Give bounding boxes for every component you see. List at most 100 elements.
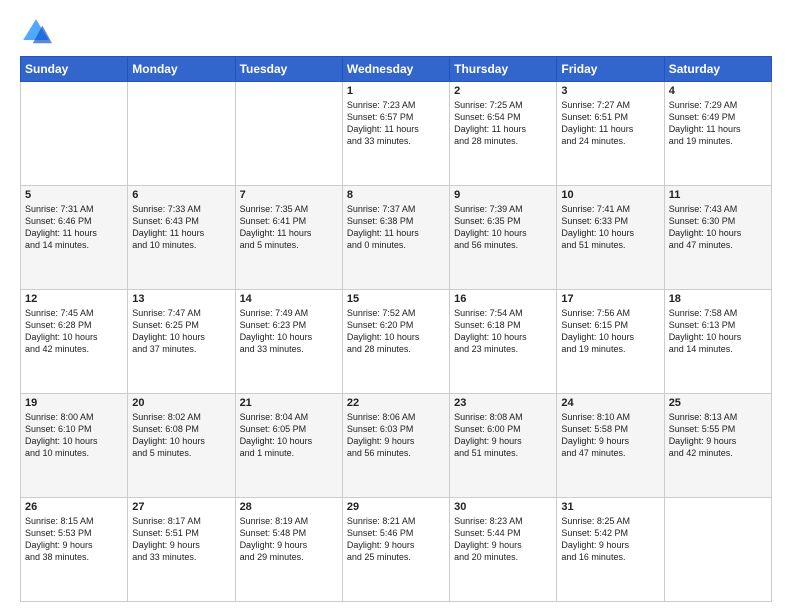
calendar-cell: 19 Sunrise: 8:00 AM Sunset: 6:10 PM Dayli…: [21, 394, 128, 498]
day-number: 9: [454, 189, 552, 201]
calendar-cell: 11 Sunrise: 7:43 AM Sunset: 6:30 PM Dayli…: [664, 186, 771, 290]
calendar-body: 1 Sunrise: 7:23 AM Sunset: 6:57 PM Daylig…: [21, 82, 772, 602]
cell-content: Sunrise: 7:37 AM Sunset: 6:38 PM Dayligh…: [347, 203, 445, 252]
calendar-week-row: 12 Sunrise: 7:45 AM Sunset: 6:28 PM Dayli…: [21, 290, 772, 394]
calendar: SundayMondayTuesdayWednesdayThursdayFrid…: [20, 56, 772, 602]
calendar-day-header: Saturday: [664, 57, 771, 82]
cell-content: Sunrise: 8:04 AM Sunset: 6:05 PM Dayligh…: [240, 411, 338, 460]
day-number: 31: [561, 501, 659, 513]
calendar-cell: 1 Sunrise: 7:23 AM Sunset: 6:57 PM Daylig…: [342, 82, 449, 186]
calendar-cell: 23 Sunrise: 8:08 AM Sunset: 6:00 PM Dayli…: [450, 394, 557, 498]
cell-content: Sunrise: 8:15 AM Sunset: 5:53 PM Dayligh…: [25, 515, 123, 564]
cell-content: Sunrise: 7:43 AM Sunset: 6:30 PM Dayligh…: [669, 203, 767, 252]
day-number: 21: [240, 397, 338, 409]
day-number: 25: [669, 397, 767, 409]
cell-content: Sunrise: 7:52 AM Sunset: 6:20 PM Dayligh…: [347, 307, 445, 356]
cell-content: Sunrise: 8:17 AM Sunset: 5:51 PM Dayligh…: [132, 515, 230, 564]
day-number: 15: [347, 293, 445, 305]
cell-content: Sunrise: 8:08 AM Sunset: 6:00 PM Dayligh…: [454, 411, 552, 460]
cell-content: Sunrise: 7:33 AM Sunset: 6:43 PM Dayligh…: [132, 203, 230, 252]
cell-content: Sunrise: 8:19 AM Sunset: 5:48 PM Dayligh…: [240, 515, 338, 564]
calendar-cell: [235, 82, 342, 186]
cell-content: Sunrise: 7:56 AM Sunset: 6:15 PM Dayligh…: [561, 307, 659, 356]
cell-content: Sunrise: 7:35 AM Sunset: 6:41 PM Dayligh…: [240, 203, 338, 252]
day-number: 5: [25, 189, 123, 201]
day-number: 3: [561, 85, 659, 97]
day-number: 24: [561, 397, 659, 409]
cell-content: Sunrise: 8:10 AM Sunset: 5:58 PM Dayligh…: [561, 411, 659, 460]
calendar-cell: [128, 82, 235, 186]
cell-content: Sunrise: 8:02 AM Sunset: 6:08 PM Dayligh…: [132, 411, 230, 460]
day-number: 17: [561, 293, 659, 305]
calendar-cell: 24 Sunrise: 8:10 AM Sunset: 5:58 PM Dayli…: [557, 394, 664, 498]
calendar-cell: 27Sunrise: 8:17 AM Sunset: 5:51 PM Dayli…: [128, 498, 235, 602]
calendar-cell: 6Sunrise: 7:33 AM Sunset: 6:43 PM Daylig…: [128, 186, 235, 290]
calendar-cell: 22 Sunrise: 8:06 AM Sunset: 6:03 PM Dayli…: [342, 394, 449, 498]
day-number: 8: [347, 189, 445, 201]
day-number: 30: [454, 501, 552, 513]
calendar-cell: 20 Sunrise: 8:02 AM Sunset: 6:08 PM Dayli…: [128, 394, 235, 498]
day-number: 29: [347, 501, 445, 513]
calendar-cell: [21, 82, 128, 186]
calendar-cell: 4 Sunrise: 7:29 AM Sunset: 6:49 PM Daylig…: [664, 82, 771, 186]
day-number: 14: [240, 293, 338, 305]
calendar-cell: 15 Sunrise: 7:52 AM Sunset: 6:20 PM Dayli…: [342, 290, 449, 394]
calendar-cell: 21 Sunrise: 8:04 AM Sunset: 6:05 PM Dayli…: [235, 394, 342, 498]
page: SundayMondayTuesdayWednesdayThursdayFrid…: [0, 0, 792, 612]
day-number: 20: [132, 397, 230, 409]
day-number: 22: [347, 397, 445, 409]
day-number: 12: [25, 293, 123, 305]
cell-content: Sunrise: 8:21 AM Sunset: 5:46 PM Dayligh…: [347, 515, 445, 564]
day-number: 11: [669, 189, 767, 201]
calendar-cell: 31 Sunrise: 8:25 AM Sunset: 5:42 PM Dayli…: [557, 498, 664, 602]
day-number: 28: [240, 501, 338, 513]
cell-content: Sunrise: 7:31 AM Sunset: 6:46 PM Dayligh…: [25, 203, 123, 252]
calendar-day-header: Thursday: [450, 57, 557, 82]
cell-content: Sunrise: 7:25 AM Sunset: 6:54 PM Dayligh…: [454, 99, 552, 148]
day-number: 16: [454, 293, 552, 305]
calendar-cell: 14Sunrise: 7:49 AM Sunset: 6:23 PM Dayli…: [235, 290, 342, 394]
calendar-cell: 13 Sunrise: 7:47 AM Sunset: 6:25 PM Dayli…: [128, 290, 235, 394]
calendar-cell: 2 Sunrise: 7:25 AM Sunset: 6:54 PM Daylig…: [450, 82, 557, 186]
cell-content: Sunrise: 7:58 AM Sunset: 6:13 PM Dayligh…: [669, 307, 767, 356]
cell-content: Sunrise: 8:25 AM Sunset: 5:42 PM Dayligh…: [561, 515, 659, 564]
day-number: 10: [561, 189, 659, 201]
calendar-week-row: 26 Sunrise: 8:15 AM Sunset: 5:53 PM Dayli…: [21, 498, 772, 602]
calendar-cell: 7 Sunrise: 7:35 AM Sunset: 6:41 PM Daylig…: [235, 186, 342, 290]
cell-content: Sunrise: 7:29 AM Sunset: 6:49 PM Dayligh…: [669, 99, 767, 148]
calendar-cell: 28 Sunrise: 8:19 AM Sunset: 5:48 PM Dayli…: [235, 498, 342, 602]
calendar-day-header: Sunday: [21, 57, 128, 82]
day-number: 7: [240, 189, 338, 201]
calendar-cell: 16 Sunrise: 7:54 AM Sunset: 6:18 PM Dayli…: [450, 290, 557, 394]
calendar-cell: 18 Sunrise: 7:58 AM Sunset: 6:13 PM Dayli…: [664, 290, 771, 394]
calendar-cell: 9 Sunrise: 7:39 AM Sunset: 6:35 PM Daylig…: [450, 186, 557, 290]
cell-content: Sunrise: 8:06 AM Sunset: 6:03 PM Dayligh…: [347, 411, 445, 460]
calendar-day-header: Friday: [557, 57, 664, 82]
cell-content: Sunrise: 8:00 AM Sunset: 6:10 PM Dayligh…: [25, 411, 123, 460]
calendar-week-row: 19 Sunrise: 8:00 AM Sunset: 6:10 PM Dayli…: [21, 394, 772, 498]
calendar-day-header: Wednesday: [342, 57, 449, 82]
day-number: 2: [454, 85, 552, 97]
cell-content: Sunrise: 7:45 AM Sunset: 6:28 PM Dayligh…: [25, 307, 123, 356]
logo-icon: [20, 16, 52, 48]
calendar-week-row: 5 Sunrise: 7:31 AM Sunset: 6:46 PM Daylig…: [21, 186, 772, 290]
calendar-cell: [664, 498, 771, 602]
cell-content: Sunrise: 7:47 AM Sunset: 6:25 PM Dayligh…: [132, 307, 230, 356]
day-number: 18: [669, 293, 767, 305]
calendar-cell: 26 Sunrise: 8:15 AM Sunset: 5:53 PM Dayli…: [21, 498, 128, 602]
day-number: 23: [454, 397, 552, 409]
day-number: 13: [132, 293, 230, 305]
calendar-cell: 10Sunrise: 7:41 AM Sunset: 6:33 PM Dayli…: [557, 186, 664, 290]
calendar-day-header: Tuesday: [235, 57, 342, 82]
cell-content: Sunrise: 7:54 AM Sunset: 6:18 PM Dayligh…: [454, 307, 552, 356]
calendar-cell: 12 Sunrise: 7:45 AM Sunset: 6:28 PM Dayli…: [21, 290, 128, 394]
calendar-cell: 30Sunrise: 8:23 AM Sunset: 5:44 PM Dayli…: [450, 498, 557, 602]
day-number: 4: [669, 85, 767, 97]
calendar-cell: 25Sunrise: 8:13 AM Sunset: 5:55 PM Dayli…: [664, 394, 771, 498]
day-number: 26: [25, 501, 123, 513]
cell-content: Sunrise: 7:39 AM Sunset: 6:35 PM Dayligh…: [454, 203, 552, 252]
cell-content: Sunrise: 7:23 AM Sunset: 6:57 PM Dayligh…: [347, 99, 445, 148]
calendar-week-row: 1 Sunrise: 7:23 AM Sunset: 6:57 PM Daylig…: [21, 82, 772, 186]
day-number: 19: [25, 397, 123, 409]
day-number: 1: [347, 85, 445, 97]
